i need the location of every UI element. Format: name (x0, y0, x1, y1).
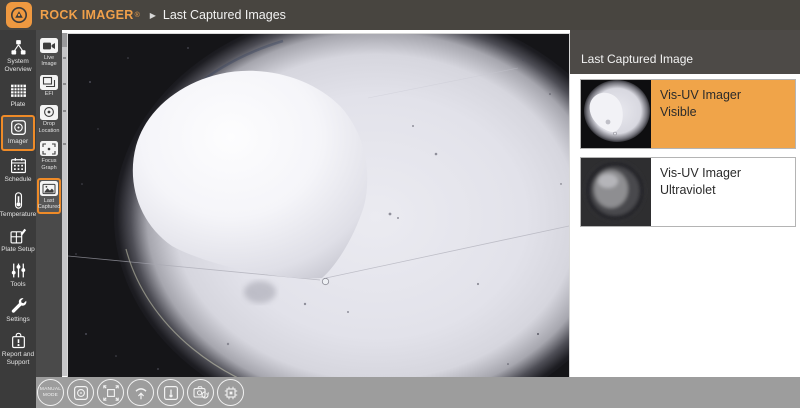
sidebar-bottom-corner (0, 377, 36, 408)
temperature-icon (10, 192, 27, 209)
focus-graph-icon (40, 141, 58, 156)
efi-icon (40, 75, 58, 90)
processor-button[interactable] (217, 379, 244, 406)
sidebar-item-plate-setup[interactable]: Plate Setup (0, 225, 36, 256)
main-sidebar: System Overview Plate Imager (0, 30, 36, 408)
subsidebar-item-drop-location[interactable]: Drop Location (37, 105, 61, 135)
app-logo (6, 2, 32, 28)
imager-toolbar: MANUAL MODE (36, 377, 800, 408)
chip-icon (222, 384, 240, 402)
visible-thumbnail (581, 80, 651, 148)
imager-sub-sidebar: Live Image EFI Drop Location (36, 30, 62, 377)
drop-location-icon (40, 105, 58, 120)
sidebar-item-tools[interactable]: Tools (0, 260, 36, 291)
last-captured-panel: Last Captured Image (570, 30, 800, 377)
system-overview-icon (10, 39, 27, 56)
schedule-icon (10, 157, 27, 174)
subsidebar-item-efi[interactable]: EFI (37, 75, 61, 98)
imager-lens-button[interactable] (67, 379, 94, 406)
sidebar-item-temperature[interactable]: Temperature (0, 190, 36, 221)
sidebar-item-imager[interactable]: Imager (1, 115, 35, 150)
temperature-box-button[interactable] (157, 379, 184, 406)
live-image-icon (40, 38, 58, 53)
temperature-box-icon (162, 384, 180, 402)
panel-title: Last Captured Image (570, 30, 800, 74)
captured-drop-image[interactable] (67, 33, 570, 378)
subsidebar-item-live-image[interactable]: Live Image (37, 38, 61, 68)
sidebar-item-settings[interactable]: Settings (0, 295, 36, 326)
imager-icon (10, 119, 27, 136)
lift-icon (132, 384, 150, 402)
last-captured-icon (40, 181, 58, 196)
plate-setup-icon (10, 227, 27, 244)
formulatrix-logo-icon (9, 5, 29, 25)
ultraviolet-label: Vis-UV Imager Ultraviolet (651, 158, 795, 226)
registered-mark: ® (135, 12, 140, 19)
captured-image-item-visible[interactable]: Vis-UV Imager Visible (580, 79, 796, 149)
sidebar-item-report-and-support[interactable]: Report and Support (0, 330, 36, 369)
header-bar: ROCK IMAGER® ▶ Last Captured Images (0, 0, 800, 30)
lens-icon (72, 384, 90, 402)
breadcrumb-arrow-icon: ▶ (150, 11, 156, 20)
app-name: ROCK IMAGER (40, 8, 134, 22)
captured-image-item-ultraviolet[interactable]: Vis-UV Imager Ultraviolet (580, 157, 796, 227)
sidebar-item-plate[interactable]: Plate (0, 80, 36, 111)
sidebar-item-schedule[interactable]: Schedule (0, 155, 36, 186)
capture-image-button[interactable] (187, 379, 214, 406)
move-stage-button[interactable] (97, 379, 124, 406)
tools-icon (10, 262, 27, 279)
camera-capture-icon (192, 384, 210, 402)
ultraviolet-thumbnail (581, 158, 651, 226)
subsidebar-item-last-captured[interactable]: Last Captured (37, 178, 61, 214)
support-bag-icon (10, 332, 27, 349)
rock-imager-app: ROCK IMAGER® ▶ Last Captured Images Syst… (0, 0, 800, 408)
lift-plate-button[interactable] (127, 379, 154, 406)
sidebar-item-system-overview[interactable]: System Overview (0, 37, 36, 76)
manual-mode-button[interactable]: MANUAL MODE (37, 379, 64, 406)
visible-label: Vis-UV Imager Visible (651, 80, 795, 148)
page-title: Last Captured Images (163, 8, 286, 22)
plate-icon (10, 82, 27, 99)
move-arrows-icon (102, 384, 120, 402)
wrench-icon (10, 297, 27, 314)
subsidebar-item-focus-graph[interactable]: Focus Graph (37, 141, 61, 171)
